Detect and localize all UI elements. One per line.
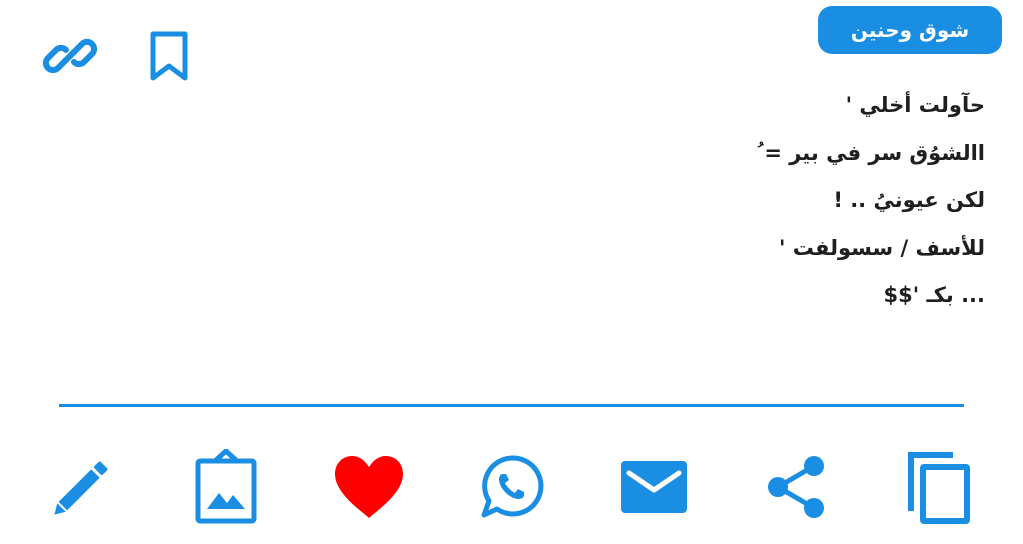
poem-line: حآولت أخلي ' xyxy=(845,93,985,117)
poem-line: للأسف / سسولفت ' xyxy=(779,235,985,260)
image-button[interactable] xyxy=(186,445,266,529)
pencil-icon xyxy=(54,461,108,515)
whatsapp-button[interactable] xyxy=(472,445,552,529)
poem-line: ... بكـ '$$ xyxy=(883,283,985,307)
bookmark-icon xyxy=(150,31,188,81)
heart-icon xyxy=(335,456,403,518)
poem-line: االشوُق سر في بير = ُ xyxy=(757,140,985,165)
share-button[interactable] xyxy=(757,445,837,529)
category-tag[interactable]: شوق وحنين xyxy=(818,6,1002,54)
link-icon xyxy=(42,38,98,74)
edit-button[interactable] xyxy=(42,445,122,529)
image-frame-icon xyxy=(195,449,257,524)
poem-line: لكن عيونيُ .. ! xyxy=(833,188,985,212)
divider xyxy=(59,404,964,407)
bookmark-button[interactable] xyxy=(141,28,197,84)
copy-icon xyxy=(908,452,970,524)
email-button[interactable] xyxy=(614,445,694,529)
copy-button[interactable] xyxy=(898,445,978,529)
link-button[interactable] xyxy=(42,28,98,84)
like-button[interactable] xyxy=(329,445,409,529)
envelope-icon xyxy=(621,461,687,513)
whatsapp-icon xyxy=(481,455,544,518)
share-icon xyxy=(768,456,824,518)
poem-text: حآولت أخلي ' االشوُق سر في بير = ُ لكن ع… xyxy=(225,82,985,320)
